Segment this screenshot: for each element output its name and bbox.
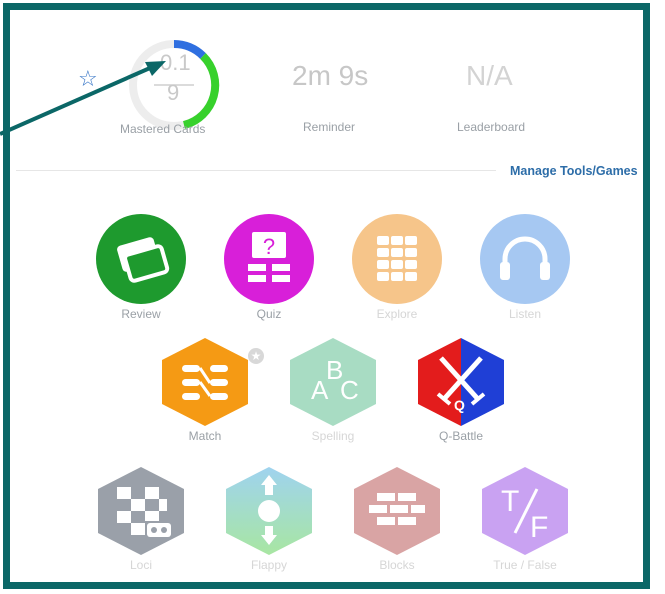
swords-icon: Q: [418, 338, 504, 426]
divider: [16, 170, 496, 171]
tool-label: Explore: [376, 307, 418, 321]
abc-icon: A B C: [290, 338, 376, 426]
tool-spelling[interactable]: A B C Spelling: [283, 336, 383, 443]
tool-label: Flappy: [250, 558, 288, 572]
tool-match[interactable]: ★ Match: [155, 336, 264, 443]
quiz-icon: ?: [224, 214, 314, 304]
leaderboard-value: N/A: [466, 60, 513, 91]
stats-bar: ☆ 0.1 9 Mastered Cards 2m 9s Reminder N/…: [10, 10, 657, 160]
reminder-value: 2m 9s: [292, 60, 369, 91]
favorite-star-icon[interactable]: ☆: [78, 66, 98, 92]
tool-label: Quiz: [256, 307, 282, 321]
flappy-icon: [226, 467, 312, 555]
mastered-denominator: 9: [167, 80, 180, 105]
match-badge-star-icon: ★: [248, 348, 264, 364]
tool-true-false[interactable]: T F True / False: [475, 465, 575, 572]
tool-listen[interactable]: Listen: [475, 214, 575, 321]
leaderboard-label[interactable]: Leaderboard: [457, 120, 525, 134]
tool-flappy[interactable]: Flappy: [219, 465, 319, 572]
cards-icon: [96, 214, 186, 304]
tool-label: Spelling: [311, 429, 355, 443]
tool-q-battle[interactable]: Q Q-Battle: [411, 336, 511, 443]
tool-label: Listen: [508, 307, 542, 321]
headphones-icon: [480, 214, 570, 304]
mastered-cards-label: Mastered Cards: [120, 122, 206, 136]
manage-tools-link[interactable]: Manage Tools/Games: [510, 164, 638, 178]
bricks-icon: [354, 467, 440, 555]
svg-text:Q: Q: [454, 397, 465, 413]
svg-text:C: C: [340, 375, 359, 405]
vr-icon: [98, 467, 184, 555]
match-icon: [162, 338, 248, 426]
tool-label: Match: [188, 429, 222, 443]
tf-icon: T F: [482, 467, 568, 555]
app-frame: ☆ 0.1 9 Mastered Cards 2m 9s Reminder N/…: [3, 3, 650, 589]
tool-label: Q-Battle: [438, 429, 483, 443]
svg-text:T: T: [501, 485, 519, 518]
tool-label: Blocks: [379, 558, 415, 572]
tool-quiz[interactable]: ? Quiz: [219, 214, 319, 321]
tool-blocks[interactable]: Blocks: [347, 465, 447, 572]
svg-text:?: ?: [263, 234, 275, 259]
reminder-label: Reminder: [303, 120, 356, 134]
tool-explore[interactable]: Explore: [347, 214, 447, 321]
tool-loci[interactable]: Loci: [91, 465, 191, 572]
tool-label: Loci: [129, 558, 152, 572]
mastered-numerator: 0.1: [160, 50, 191, 75]
grid-icon: [352, 214, 442, 304]
tool-label: True / False: [493, 558, 557, 572]
tool-label: Review: [121, 307, 161, 321]
tool-review[interactable]: Review: [91, 214, 191, 321]
svg-text:F: F: [530, 511, 548, 544]
